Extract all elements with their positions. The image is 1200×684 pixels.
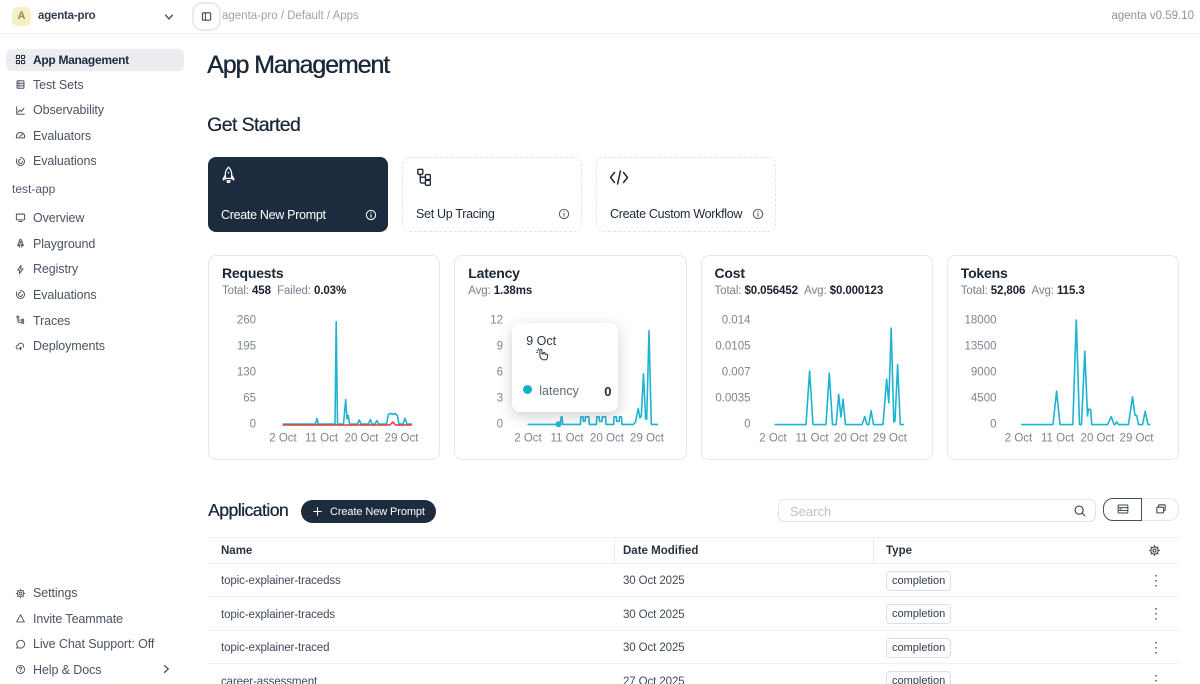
svg-text:195: 195 — [237, 341, 256, 353]
svg-text:9000: 9000 — [971, 367, 997, 379]
svg-text:2 Oct: 2 Oct — [269, 433, 297, 445]
svg-text:29 Oct: 29 Oct — [630, 433, 665, 445]
svg-text:0.014: 0.014 — [721, 315, 750, 327]
svg-text:29 Oct: 29 Oct — [1119, 433, 1154, 445]
svg-text:2 Oct: 2 Oct — [1005, 433, 1033, 445]
svg-text:0.0105: 0.0105 — [715, 341, 750, 353]
svg-text:12: 12 — [490, 315, 503, 327]
svg-text:260: 260 — [237, 315, 256, 327]
svg-text:11 Oct: 11 Oct — [795, 433, 829, 445]
svg-text:29 Oct: 29 Oct — [385, 433, 420, 445]
svg-text:6: 6 — [497, 367, 503, 379]
svg-text:11 Oct: 11 Oct — [305, 433, 339, 445]
svg-text:20 Oct: 20 Oct — [834, 433, 869, 445]
svg-text:18000: 18000 — [964, 315, 996, 327]
svg-text:3: 3 — [497, 393, 503, 405]
svg-text:11 Oct: 11 Oct — [551, 433, 585, 445]
svg-text:20 Oct: 20 Oct — [345, 433, 380, 445]
svg-text:0: 0 — [250, 419, 256, 431]
svg-text:4500: 4500 — [971, 393, 997, 405]
svg-text:65: 65 — [243, 393, 256, 405]
svg-text:20 Oct: 20 Oct — [590, 433, 625, 445]
svg-text:0: 0 — [497, 419, 503, 431]
svg-text:0: 0 — [744, 419, 750, 431]
svg-text:9: 9 — [497, 341, 503, 353]
svg-text:0: 0 — [990, 419, 996, 431]
svg-text:2 Oct: 2 Oct — [515, 433, 543, 445]
svg-text:0.007: 0.007 — [721, 367, 750, 379]
svg-text:11 Oct: 11 Oct — [1041, 433, 1075, 445]
svg-text:20 Oct: 20 Oct — [1080, 433, 1115, 445]
svg-text:2 Oct: 2 Oct — [759, 433, 787, 445]
svg-text:130: 130 — [237, 367, 256, 379]
svg-text:0.0035: 0.0035 — [715, 393, 750, 405]
svg-text:13500: 13500 — [964, 341, 996, 353]
svg-text:29 Oct: 29 Oct — [873, 433, 908, 445]
